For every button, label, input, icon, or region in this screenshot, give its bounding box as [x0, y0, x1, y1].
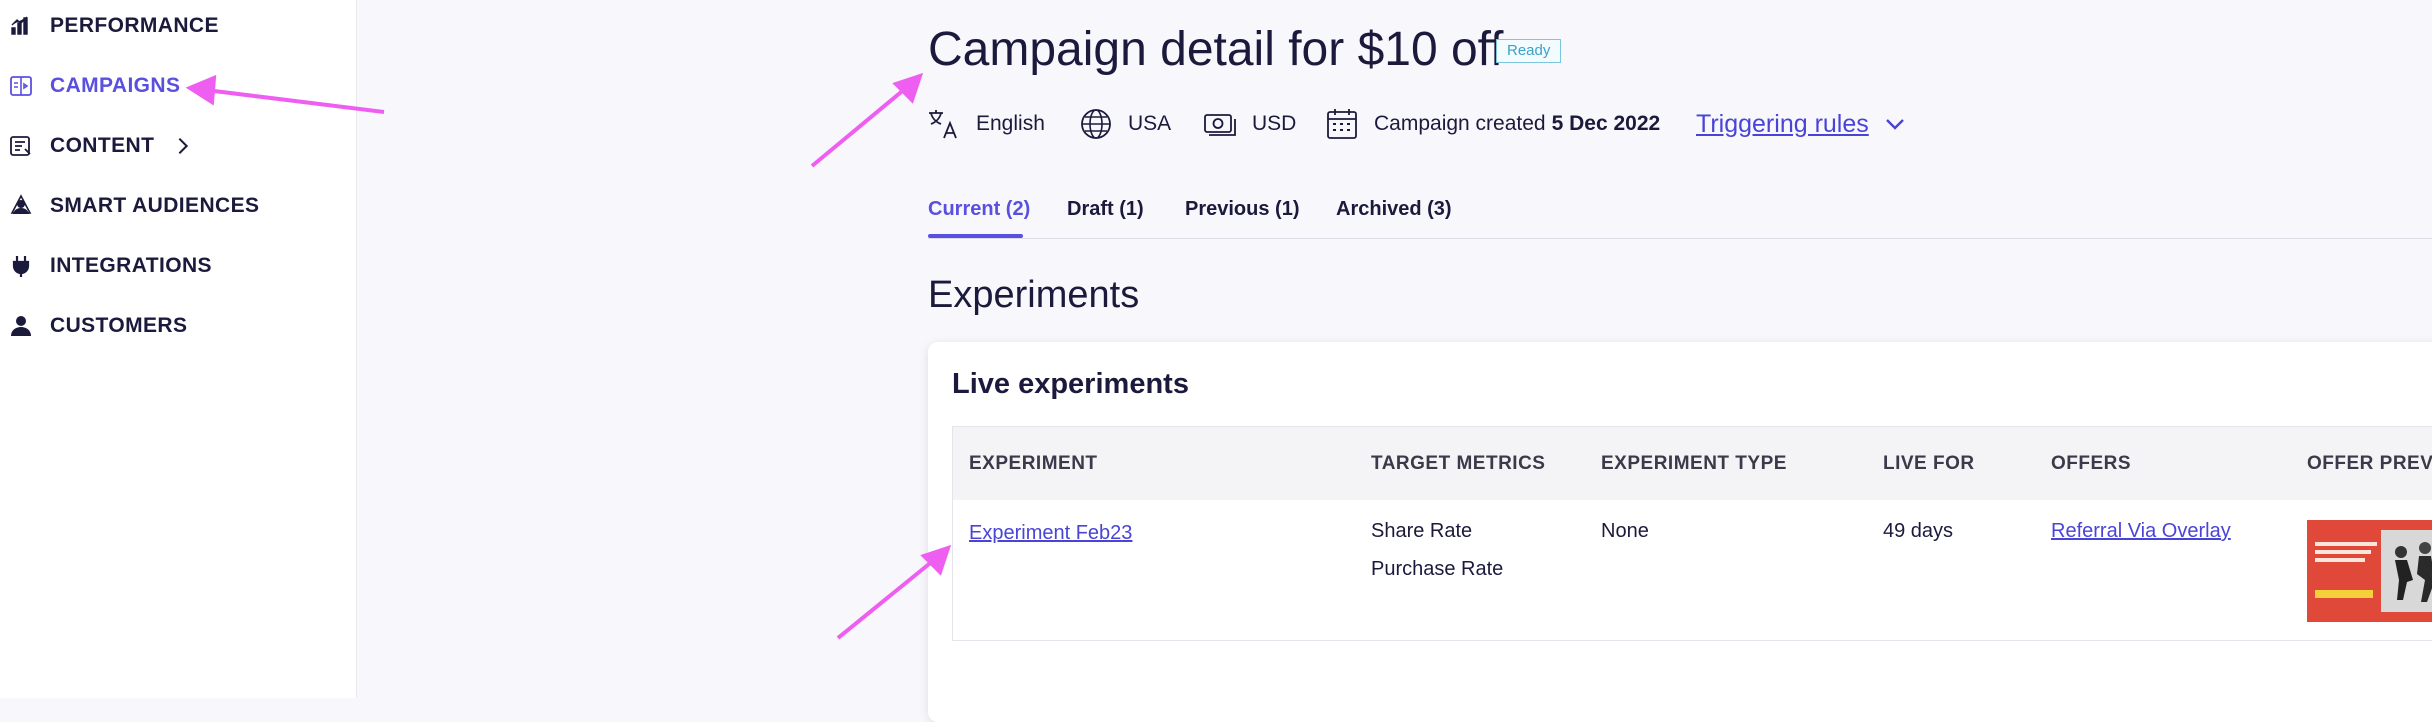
- campaigns-icon: [8, 73, 34, 99]
- card-title: Live experiments: [952, 368, 1189, 400]
- sidebar-item-label: PERFORMANCE: [50, 14, 219, 37]
- column-header: EXPERIMENT: [969, 453, 1098, 474]
- created-meta: Campaign created 5 Dec 2022: [1324, 104, 1660, 144]
- sidebar-item-campaigns[interactable]: CAMPAIGNS: [8, 66, 180, 106]
- language-value: English: [976, 112, 1045, 135]
- experiment-type: None: [1601, 520, 1649, 542]
- tab-previous[interactable]: Previous (1): [1185, 198, 1299, 221]
- country-value: USA: [1128, 112, 1172, 135]
- column-header: TARGET METRICS: [1371, 453, 1546, 474]
- globe-icon: [1081, 109, 1111, 139]
- target-metric: Share Rate: [1371, 520, 1473, 542]
- experiments-heading: Experiments: [928, 274, 1140, 316]
- column-header: EXPERIMENT TYPE: [1601, 453, 1787, 474]
- banknote-icon: [1204, 114, 1236, 136]
- tab-current[interactable]: Current (2): [928, 198, 1030, 221]
- chevron-down-icon[interactable]: [1883, 112, 1907, 136]
- preview-text-line: [2315, 542, 2377, 546]
- offer-preview-thumbnail[interactable]: [2307, 520, 2432, 622]
- table-header: EXPERIMENT TARGET METRICS EXPERIMENT TYP…: [952, 426, 2432, 502]
- sidebar-item-performance[interactable]: PERFORMANCE: [8, 6, 219, 46]
- sidebar-item-label: INTEGRATIONS: [50, 254, 212, 277]
- created-date: 5 Dec 2022: [1551, 112, 1661, 135]
- sidebar-item-label: CAMPAIGNS: [50, 74, 181, 97]
- column-header: LIVE FOR: [1883, 453, 1975, 474]
- currency-meta: USD: [1202, 104, 1296, 144]
- audiences-icon: [8, 193, 34, 219]
- sidebar: PERFORMANCE CAMPAIGNS CONTENT SMART AUDI…: [0, 0, 357, 698]
- currency-value: USD: [1252, 112, 1297, 135]
- created-label: Campaign created: [1374, 112, 1546, 135]
- target-metric: Purchase Rate: [1371, 558, 1504, 580]
- preview-button: [2315, 590, 2373, 598]
- column-header: OFFER PREVIEW: [2307, 453, 2432, 474]
- sidebar-item-label: SMART AUDIENCES: [50, 194, 260, 217]
- annotation-arrow: [810, 72, 924, 168]
- sidebar-item-content[interactable]: CONTENT: [8, 126, 194, 166]
- column-header: OFFERS: [2051, 453, 2132, 474]
- table-row: Experiment Feb23 Share Rate Purchase Rat…: [952, 500, 2432, 641]
- calendar-icon: [1327, 109, 1357, 139]
- experiment-link[interactable]: Experiment Feb23: [969, 522, 1132, 545]
- page-title: Campaign detail for $10 off: [928, 23, 1504, 76]
- sidebar-item-label: CUSTOMERS: [50, 314, 188, 337]
- sidebar-item-smart-audiences[interactable]: SMART AUDIENCES: [8, 186, 259, 226]
- live-experiments-card: Live experiments EXPERIMENT TARGET METRI…: [928, 342, 2432, 722]
- sidebar-item-integrations[interactable]: INTEGRATIONS: [8, 246, 212, 286]
- chart-bars-icon: [8, 13, 34, 39]
- triggering-rules[interactable]: Triggering rules: [1696, 104, 1907, 144]
- preview-photo: [2381, 530, 2432, 612]
- sidebar-item-label: CONTENT: [50, 134, 155, 157]
- triggering-rules-link[interactable]: Triggering rules: [1696, 110, 1869, 139]
- tabs-divider: [928, 238, 2432, 239]
- preview-text-line: [2315, 550, 2371, 554]
- chevron-right-icon: [172, 135, 194, 157]
- tab-archived[interactable]: Archived (3): [1336, 198, 1452, 221]
- language-meta: English: [926, 104, 1045, 144]
- person-icon: [8, 313, 34, 339]
- status-badge: Ready: [1496, 39, 1562, 63]
- sidebar-item-customers[interactable]: CUSTOMERS: [8, 306, 187, 346]
- offer-link[interactable]: Referral Via Overlay: [2051, 520, 2231, 543]
- tab-draft[interactable]: Draft (1): [1067, 198, 1144, 221]
- preview-text-line: [2315, 558, 2365, 562]
- translate-icon: [929, 110, 957, 139]
- live-for: 49 days: [1883, 520, 1954, 542]
- content-icon: [8, 133, 34, 159]
- plug-icon: [8, 253, 34, 279]
- country-meta: USA: [1078, 104, 1171, 144]
